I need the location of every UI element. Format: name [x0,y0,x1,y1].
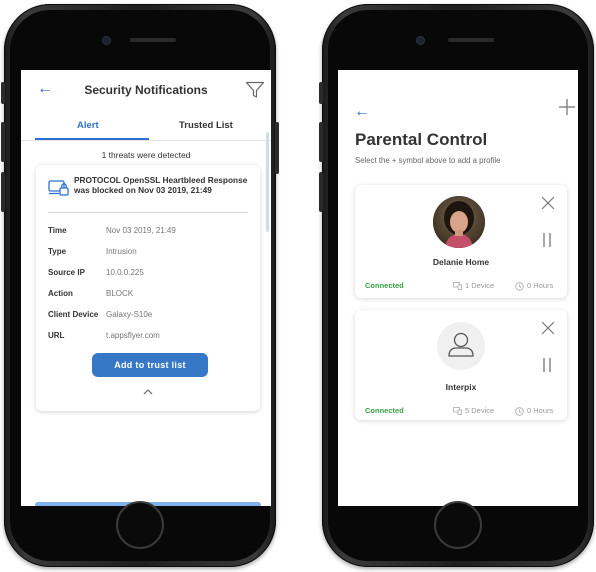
phone-power-button [275,122,279,174]
alert-card: PROTOCOL OpenSSL Heartbleed Response was… [36,165,260,411]
phone-volume-up [319,122,323,162]
detail-key: Action [48,289,73,298]
hours-count: 0 Hours [515,406,553,416]
profile-card[interactable]: Delanie Home Connected 1 Device 0 Hours [355,185,567,298]
profile-name: Delanie Home [432,257,490,267]
detail-key: Source IP [48,268,85,277]
filter-icon[interactable] [245,80,265,100]
tab-divider [21,140,271,141]
tab-trusted-list[interactable]: Trusted List [179,120,233,131]
threat-count: 1 threats were detected [101,150,191,160]
alert-message: PROTOCOL OpenSSL Heartbleed Response was… [74,175,248,195]
home-button[interactable] [116,501,164,549]
detail-key: Time [48,226,67,235]
home-button[interactable] [434,501,482,549]
phone-speaker [130,38,176,42]
plus-icon[interactable] [558,98,576,116]
avatar [437,322,485,370]
detail-value: 10.0.0.225 [106,268,144,277]
profile-name: Interpix [445,382,477,392]
avatar [433,196,485,248]
profile-card[interactable]: Interpix Connected 5 Device 0 Hours [355,310,567,420]
device-count: 1 Device [453,281,494,290]
devices-icon [453,407,462,415]
detail-value: Nov 03 2019, 21:49 [106,226,176,235]
detail-value: Galaxy-S10e [106,310,153,319]
phone-side-button [319,82,323,104]
front-camera [416,36,425,45]
tab-alert[interactable]: Alert [77,120,99,131]
device-count-label: 1 Device [465,281,495,290]
detail-key: Client Device [48,310,99,319]
phone-volume-down [1,172,5,212]
front-camera [102,36,111,45]
close-icon[interactable] [541,321,555,335]
device-count-label: 5 Device [465,406,495,415]
hours-count: 0 Hours [515,281,553,291]
add-to-trust-list-button[interactable]: Add to trust list [92,353,208,377]
page-title: Parental Control [355,130,488,149]
active-tab-indicator [35,138,149,140]
phone-side-button [1,82,5,104]
phone-frame-right: ← Parental Control Select the + symbol a… [319,4,594,567]
devices-icon [453,282,462,290]
divider [48,212,248,213]
detail-key: Type [48,247,67,256]
device-count: 5 Device [453,406,494,415]
phone-volume-up [1,122,5,162]
page-subtitle: Select the + symbol above to add a profi… [355,156,501,165]
user-icon [448,332,474,357]
phone-speaker [448,38,494,42]
header: ← Security Notifications [21,70,271,110]
chevron-up-icon[interactable] [142,387,154,397]
scrollbar[interactable] [266,132,269,232]
hours-label: 0 Hours [527,406,554,415]
parental-control-screen: ← Parental Control Select the + symbol a… [338,70,578,506]
detail-value: t.appsflyer.com [106,331,160,340]
detail-value: Intrusion [106,247,137,256]
device-lock-icon [48,180,69,196]
page-title: Security Notifications [84,83,208,97]
pause-icon[interactable] [542,357,552,373]
pause-icon[interactable] [542,232,552,248]
detail-key: URL [48,331,65,340]
tab-bar: Alert Trusted List [21,110,271,142]
status-badge: Connected [365,281,404,290]
clock-icon [515,406,524,416]
security-notifications-screen: ← Security Notifications Alert Trusted L… [21,70,271,506]
clock-icon [515,281,524,291]
phone-frame-left: ← Security Notifications Alert Trusted L… [1,4,279,567]
phone-volume-down [319,172,323,212]
detail-value: BLOCK [106,289,134,298]
back-arrow-icon[interactable]: ← [354,104,370,120]
status-badge: Connected [365,406,404,415]
hours-label: 0 Hours [527,281,554,290]
close-icon[interactable] [541,196,555,210]
